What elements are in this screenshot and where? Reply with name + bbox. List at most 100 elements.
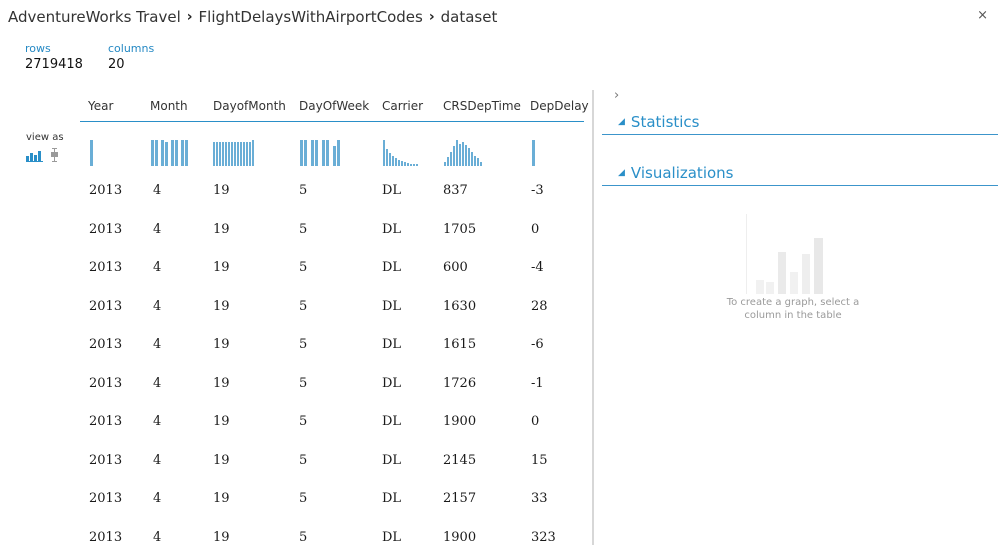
column-histograms — [80, 122, 584, 172]
column-header-year[interactable]: Year — [88, 99, 113, 113]
cell-crsdeptime: 2145 — [443, 453, 476, 468]
cell-year: 2013 — [89, 453, 122, 468]
breadcrumb-experiment[interactable]: FlightDelaysWithAirportCodes — [199, 8, 423, 26]
table-row: 2013 4 19 5 DL 1615 -6 — [80, 326, 584, 365]
column-headers: Year Month DayofMonth DayOfWeek Carrier … — [80, 92, 584, 122]
column-header-dayofmonth[interactable]: DayofMonth — [213, 99, 286, 113]
visualizations-section[interactable]: ◢ Visualizations — [602, 161, 998, 186]
empty-visualization-message: To create a graph, select a column in th… — [718, 296, 868, 322]
cell-carrier: DL — [382, 337, 401, 352]
cell-month: 4 — [153, 453, 161, 468]
cell-carrier: DL — [382, 414, 401, 429]
cell-month: 4 — [153, 183, 161, 198]
column-header-month[interactable]: Month — [150, 99, 188, 113]
cell-depdelay: 0 — [531, 222, 539, 237]
cell-month: 4 — [153, 414, 161, 429]
boxplot-icon[interactable] — [50, 147, 59, 166]
cell-year: 2013 — [89, 183, 122, 198]
cell-dayofweek: 5 — [299, 376, 307, 391]
dayofmonth-histogram[interactable] — [213, 140, 254, 166]
column-header-dayofweek[interactable]: DayOfWeek — [299, 99, 369, 113]
table-row: 20134195DL17050 — [80, 211, 584, 250]
view-as: view as — [26, 132, 71, 166]
view-as-label: view as — [26, 132, 71, 143]
cell-dayofweek: 5 — [299, 337, 307, 352]
column-header-crsdeptime[interactable]: CRSDepTime — [443, 99, 521, 113]
cell-crsdeptime: 2157 — [443, 491, 476, 506]
cell-crsdeptime: 837 — [443, 183, 468, 198]
cell-depdelay: 28 — [531, 299, 548, 314]
cell-year: 2013 — [89, 530, 122, 545]
cell-dayofweek: 5 — [299, 530, 307, 545]
cell-dayofweek: 5 — [299, 299, 307, 314]
table-row: 20134195DL600-4 — [80, 249, 584, 288]
cell-dayofmonth: 19 — [213, 453, 230, 468]
cell-dayofmonth: 19 — [213, 260, 230, 275]
year-histogram[interactable] — [90, 140, 93, 166]
cell-year: 2013 — [89, 491, 122, 506]
cell-month: 4 — [153, 299, 161, 314]
table-row: 20134195DL163028 — [80, 288, 584, 327]
cell-year: 2013 — [89, 299, 122, 314]
expand-panel-icon[interactable]: › — [614, 88, 619, 103]
table-body: 20134195DL837-320134195DL1705020134195DL… — [80, 172, 584, 557]
panel-divider[interactable] — [592, 90, 594, 545]
table-row: 20134195DL214515 — [80, 442, 584, 481]
cell-dayofmonth: 19 — [213, 222, 230, 237]
table-row: 20134195DL215733 — [80, 480, 584, 519]
cell-year: 2013 — [89, 222, 122, 237]
cell-carrier: DL — [382, 376, 401, 391]
collapse-triangle-icon: ◢ — [618, 168, 625, 178]
cell-carrier: DL — [382, 299, 401, 314]
rows-label: rows — [25, 42, 83, 55]
cell-year: 2013 — [89, 337, 122, 352]
cell-crsdeptime: 1726 — [443, 376, 476, 391]
cell-carrier: DL — [382, 453, 401, 468]
breadcrumb-workspace[interactable]: AdventureWorks Travel — [8, 8, 181, 26]
cell-month: 4 — [153, 491, 161, 506]
empty-chart-icon — [744, 214, 832, 294]
histogram-icon[interactable] — [26, 147, 43, 166]
cell-month: 4 — [153, 376, 161, 391]
cell-carrier: DL — [382, 530, 401, 545]
column-header-carrier[interactable]: Carrier — [382, 99, 423, 113]
dayofweek-histogram[interactable] — [300, 140, 340, 166]
cell-depdelay: 15 — [531, 453, 548, 468]
table-row: 20134195DL837-3 — [80, 172, 584, 211]
collapse-triangle-icon: ◢ — [618, 117, 625, 127]
statistics-title: Statistics — [631, 113, 700, 131]
month-histogram[interactable] — [151, 140, 188, 166]
cell-month: 4 — [153, 530, 161, 545]
cell-crsdeptime: 1900 — [443, 414, 476, 429]
cell-month: 4 — [153, 260, 161, 275]
cell-month: 4 — [153, 222, 161, 237]
columns-value: 20 — [108, 57, 154, 72]
cell-dayofmonth: 19 — [213, 337, 230, 352]
close-button[interactable]: × — [977, 8, 988, 23]
cell-depdelay: 33 — [531, 491, 548, 506]
cell-crsdeptime: 1615 — [443, 337, 476, 352]
rows-value: 2719418 — [25, 57, 83, 72]
chevron-right-icon: › — [429, 9, 435, 25]
table-row: 20134195DL1900323 — [80, 519, 584, 557]
chevron-right-icon: › — [187, 9, 193, 25]
cell-crsdeptime: 600 — [443, 260, 468, 275]
statistics-section[interactable]: ◢ Statistics — [602, 110, 998, 135]
cell-depdelay: -1 — [531, 376, 544, 391]
crsdeptime-histogram[interactable] — [444, 140, 482, 166]
depdelay-histogram[interactable] — [532, 140, 535, 166]
cell-dayofmonth: 19 — [213, 530, 230, 545]
cell-depdelay: -6 — [531, 337, 544, 352]
cell-dayofweek: 5 — [299, 222, 307, 237]
cell-dayofmonth: 19 — [213, 491, 230, 506]
column-header-depdelay[interactable]: DepDelay — [530, 99, 589, 113]
cell-year: 2013 — [89, 376, 122, 391]
breadcrumb: AdventureWorks Travel › FlightDelaysWith… — [8, 6, 497, 28]
cell-month: 4 — [153, 337, 161, 352]
rows-stat: rows 2719418 — [25, 42, 83, 72]
carrier-histogram[interactable] — [383, 140, 418, 166]
cell-crsdeptime: 1900 — [443, 530, 476, 545]
cell-depdelay: 0 — [531, 414, 539, 429]
columns-stat: columns 20 — [108, 42, 154, 72]
cell-carrier: DL — [382, 260, 401, 275]
